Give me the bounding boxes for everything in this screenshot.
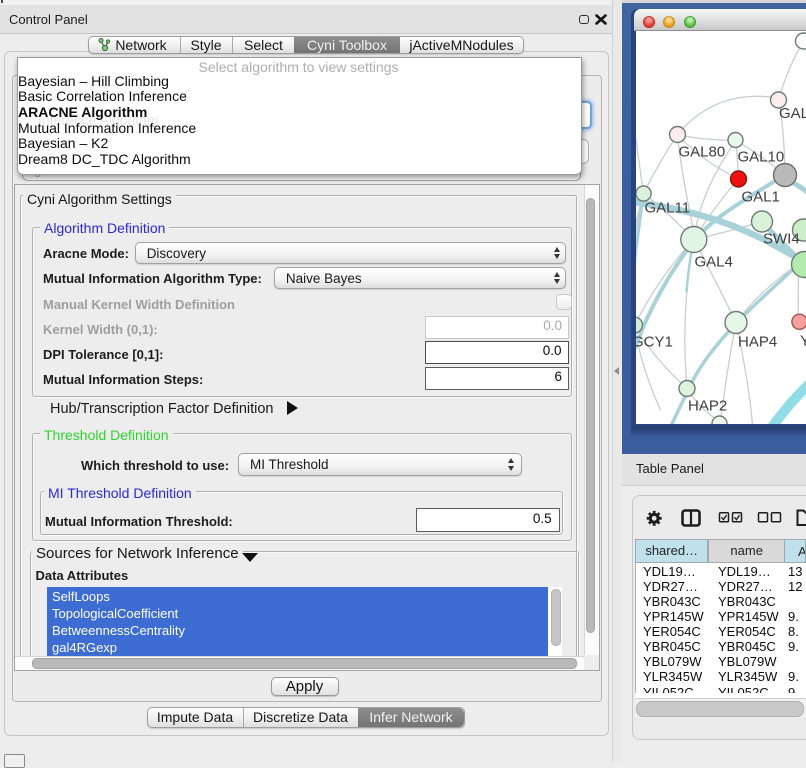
svg-text:GAL1: GAL1 <box>741 189 779 206</box>
svg-text:GAL11: GAL11 <box>644 200 690 217</box>
svg-text:GAL10: GAL10 <box>737 149 784 166</box>
svg-text:HAP2: HAP2 <box>688 398 727 415</box>
svg-text:Y: Y <box>800 333 806 350</box>
svg-text:GCY1: GCY1 <box>636 334 673 351</box>
svg-text:GAL4: GAL4 <box>694 254 732 271</box>
svg-text:HAP4: HAP4 <box>738 334 777 351</box>
svg-text:GAL80: GAL80 <box>678 144 725 161</box>
svg-text:GAL8: GAL8 <box>779 105 806 122</box>
svg-text:SWI4: SWI4 <box>763 231 800 248</box>
